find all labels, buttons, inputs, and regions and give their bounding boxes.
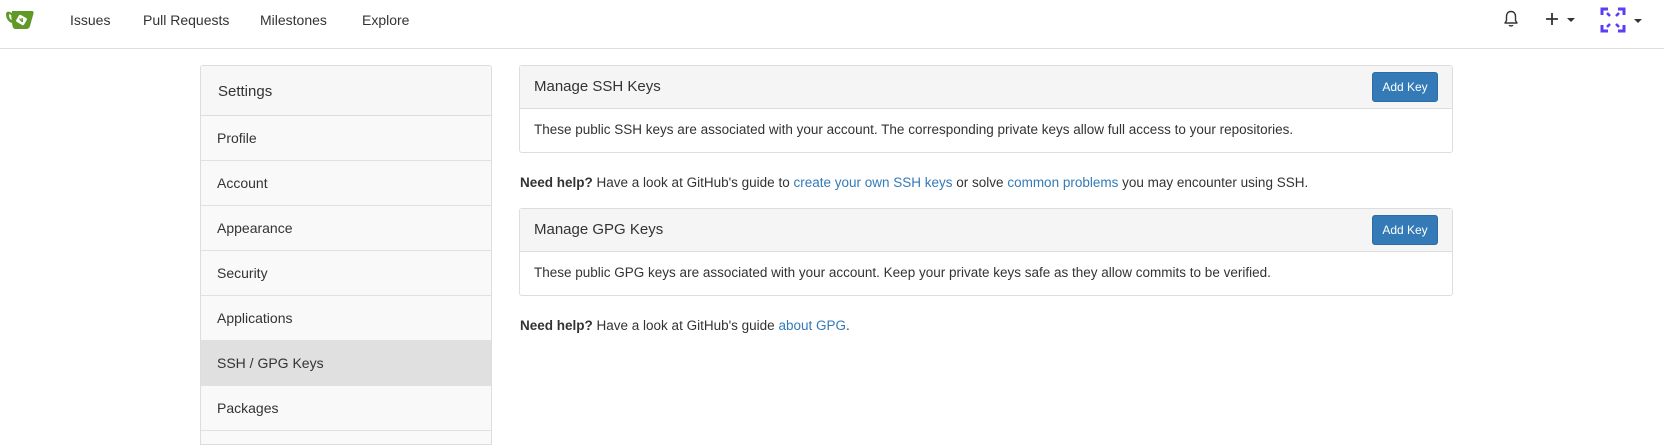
sidebar-item-packages[interactable]: Packages [201,386,491,431]
gpg-help-bold: Need help? [520,318,593,333]
sidebar-item-appearance[interactable]: Appearance [201,206,491,251]
add-ssh-key-button[interactable]: Add Key [1372,72,1438,102]
nav-explore[interactable]: Explore [362,12,409,28]
sidebar-item-account[interactable]: Account [201,161,491,206]
create-new-menu[interactable] [1545,10,1581,30]
plus-icon [1546,13,1558,25]
ssh-help-text-1: Have a look at GitHub's guide to [592,175,794,190]
chevron-down-icon [1567,18,1575,22]
gpg-help-text: Need help? Have a look at GitHub's guide… [520,318,850,333]
user-menu[interactable] [1600,7,1644,35]
sidebar-item-profile[interactable]: Profile [201,116,491,161]
gpg-help-text-2: . [846,318,850,333]
gpg-keys-panel-heading: Manage GPG Keys Add Key [520,209,1452,252]
sidebar-title: Settings [201,66,491,116]
sidebar-item-security[interactable]: Security [201,251,491,296]
ssh-keys-title: Manage SSH Keys [534,78,661,95]
settings-sidebar: Settings Profile Account Appearance Secu… [200,65,492,445]
top-navbar: Issues Pull Requests Milestones Explore [0,0,1664,49]
gpg-keys-title: Manage GPG Keys [534,221,664,238]
sidebar-item-applications[interactable]: Applications [201,296,491,341]
notifications-bell-icon[interactable] [1503,10,1519,31]
ssh-keys-description: These public SSH keys are associated wit… [534,122,1294,137]
chevron-down-icon [1634,19,1642,23]
ssh-keys-panel: Manage SSH Keys Add Key These public SSH… [519,65,1453,153]
gpg-keys-description: These public GPG keys are associated wit… [534,265,1271,280]
create-ssh-keys-link[interactable]: create your own SSH keys [793,175,952,190]
about-gpg-link[interactable]: about GPG [778,318,846,333]
add-gpg-key-button[interactable]: Add Key [1372,215,1438,245]
ssh-help-text-2: or solve [952,175,1008,190]
ssh-help-text-3: you may encounter using SSH. [1118,175,1309,190]
ssh-help-text: Need help? Have a look at GitHub's guide… [520,175,1308,190]
nav-pull-requests[interactable]: Pull Requests [143,12,229,28]
gpg-keys-panel: Manage GPG Keys Add Key These public GPG… [519,208,1453,296]
gitea-logo-icon[interactable] [4,8,36,32]
sidebar-item-ssh-gpg-keys[interactable]: SSH / GPG Keys [201,341,491,386]
nav-issues[interactable]: Issues [70,12,110,28]
ssh-keys-panel-heading: Manage SSH Keys Add Key [520,66,1452,109]
ssh-help-bold: Need help? [520,175,593,190]
nav-milestones[interactable]: Milestones [260,12,327,28]
avatar [1600,7,1626,33]
gpg-help-text-1: Have a look at GitHub's guide [592,318,779,333]
common-problems-link[interactable]: common problems [1007,175,1118,190]
